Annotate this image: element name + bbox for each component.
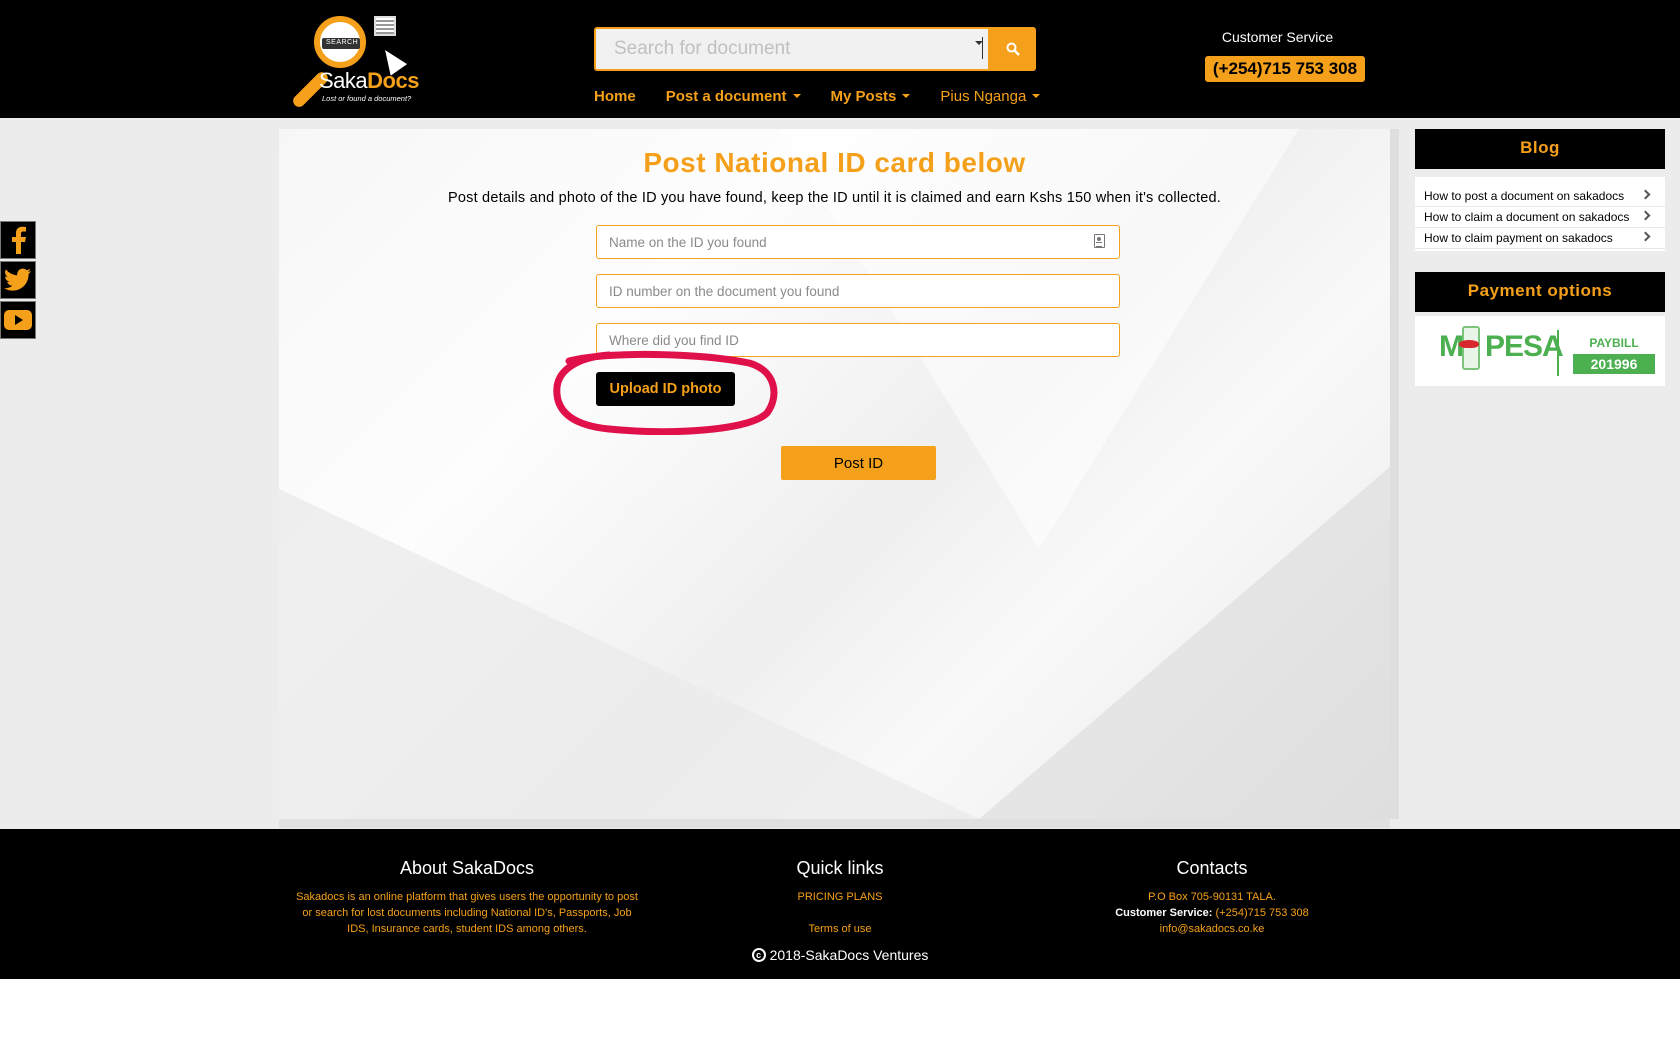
copyright: c 2018-SakaDocs Ventures [0, 947, 1680, 963]
blog-list: How to post a document on sakadocs How t… [1415, 177, 1665, 251]
main-nav: Home Post a document My Posts Pius Ngang… [594, 86, 1070, 106]
search-input[interactable] [594, 27, 990, 71]
post-id-button[interactable]: Post ID [781, 446, 936, 480]
blog-heading: Blog [1415, 129, 1665, 169]
site-footer: About SakaDocs Sakadocs is an online pla… [0, 829, 1680, 979]
payment-options-heading: Payment options [1415, 272, 1665, 312]
site-header: SEARCH SakaDocs Lost or found a document… [0, 0, 1680, 118]
id-name-input[interactable] [596, 225, 1120, 259]
paybill-label: PAYBILL [1589, 336, 1639, 350]
facebook-icon [12, 226, 26, 254]
id-number-input[interactable] [596, 274, 1120, 308]
brand-tagline: Lost or found a document? [322, 94, 412, 103]
footer-customer-service: Customer Service: (+254)715 753 308 [1115, 907, 1309, 919]
chevron-right-icon [1640, 210, 1651, 221]
terms-of-use-link[interactable]: Terms of use [740, 921, 940, 937]
blog-item-claim-payment[interactable]: How to claim payment on sakadocs [1415, 228, 1665, 249]
footer-about-title: About SakaDocs [399, 858, 535, 878]
youtube-link[interactable] [0, 301, 36, 339]
annotation-circle [553, 350, 778, 435]
mpesa-wordmark: M PESA [1439, 330, 1564, 363]
footer-quick-links: Quick links PRICING PLANS Terms of use [740, 829, 940, 937]
footer-contacts: Contacts P.O Box 705-90131 TALA. Custome… [1062, 829, 1362, 937]
chevron-down-icon [902, 94, 911, 98]
twitter-icon [4, 268, 31, 291]
search-button[interactable] [990, 27, 1036, 71]
chevron-right-icon [1640, 231, 1651, 242]
pricing-plans-link[interactable]: PRICING PLANS [740, 889, 940, 905]
customer-service-phone[interactable]: (+254)715 753 308 [1205, 56, 1365, 82]
blog-item-claim-document[interactable]: How to claim a document on sakadocs [1415, 207, 1665, 228]
copyright-icon: c [751, 948, 766, 962]
footer-address: P.O Box 705-90131 TALA. [1148, 891, 1276, 903]
search-dropdown-caret-icon[interactable] [975, 37, 983, 59]
footer-about: About SakaDocs Sakadocs is an online pla… [294, 829, 640, 937]
footer-about-text: Sakadocs is an online platform that give… [296, 891, 638, 935]
page-title: Post National ID card below [643, 147, 1026, 178]
facebook-link[interactable] [0, 221, 36, 259]
chevron-right-icon [1640, 189, 1651, 200]
panel-scrollbar[interactable] [1390, 129, 1399, 819]
magnifier-icon: SEARCH [314, 16, 366, 68]
mpesa-paybill-logo: M PESA PAYBILL 201996 [1415, 316, 1665, 386]
nav-home[interactable]: Home [594, 86, 636, 106]
footer-email-link[interactable]: info@sakadocs.co.ke [1062, 921, 1362, 937]
nav-user-menu[interactable]: Pius Nganga [940, 86, 1041, 106]
paybill-number: 201996 [1573, 354, 1655, 374]
brand-name: SakaDocs [319, 68, 419, 93]
nav-post-document[interactable]: Post a document [666, 86, 801, 106]
documents-icon [374, 16, 396, 36]
search-bar [594, 27, 1036, 71]
mpesa-phone-icon [1459, 326, 1480, 370]
panel-bottom-edge [279, 819, 1390, 828]
blog-item-post-document[interactable]: How to post a document on sakadocs [1415, 186, 1665, 207]
twitter-link[interactable] [0, 261, 36, 299]
youtube-icon [4, 310, 32, 330]
post-id-panel: Post National ID card below Post details… [279, 129, 1390, 819]
page-subtitle: Post details and photo of the ID you hav… [448, 190, 1221, 206]
social-links [0, 221, 36, 341]
search-icon [1006, 42, 1020, 56]
footer-quick-title: Quick links [796, 858, 884, 878]
sakadocs-logo[interactable]: SEARCH SakaDocs Lost or found a document… [282, 14, 419, 110]
chevron-down-icon [1032, 94, 1041, 98]
contact-card-icon [1094, 234, 1105, 248]
nav-my-posts[interactable]: My Posts [831, 86, 911, 106]
chevron-down-icon [792, 94, 801, 98]
customer-service-label: Customer Service [1221, 29, 1334, 45]
footer-contacts-title: Contacts [1176, 858, 1248, 878]
